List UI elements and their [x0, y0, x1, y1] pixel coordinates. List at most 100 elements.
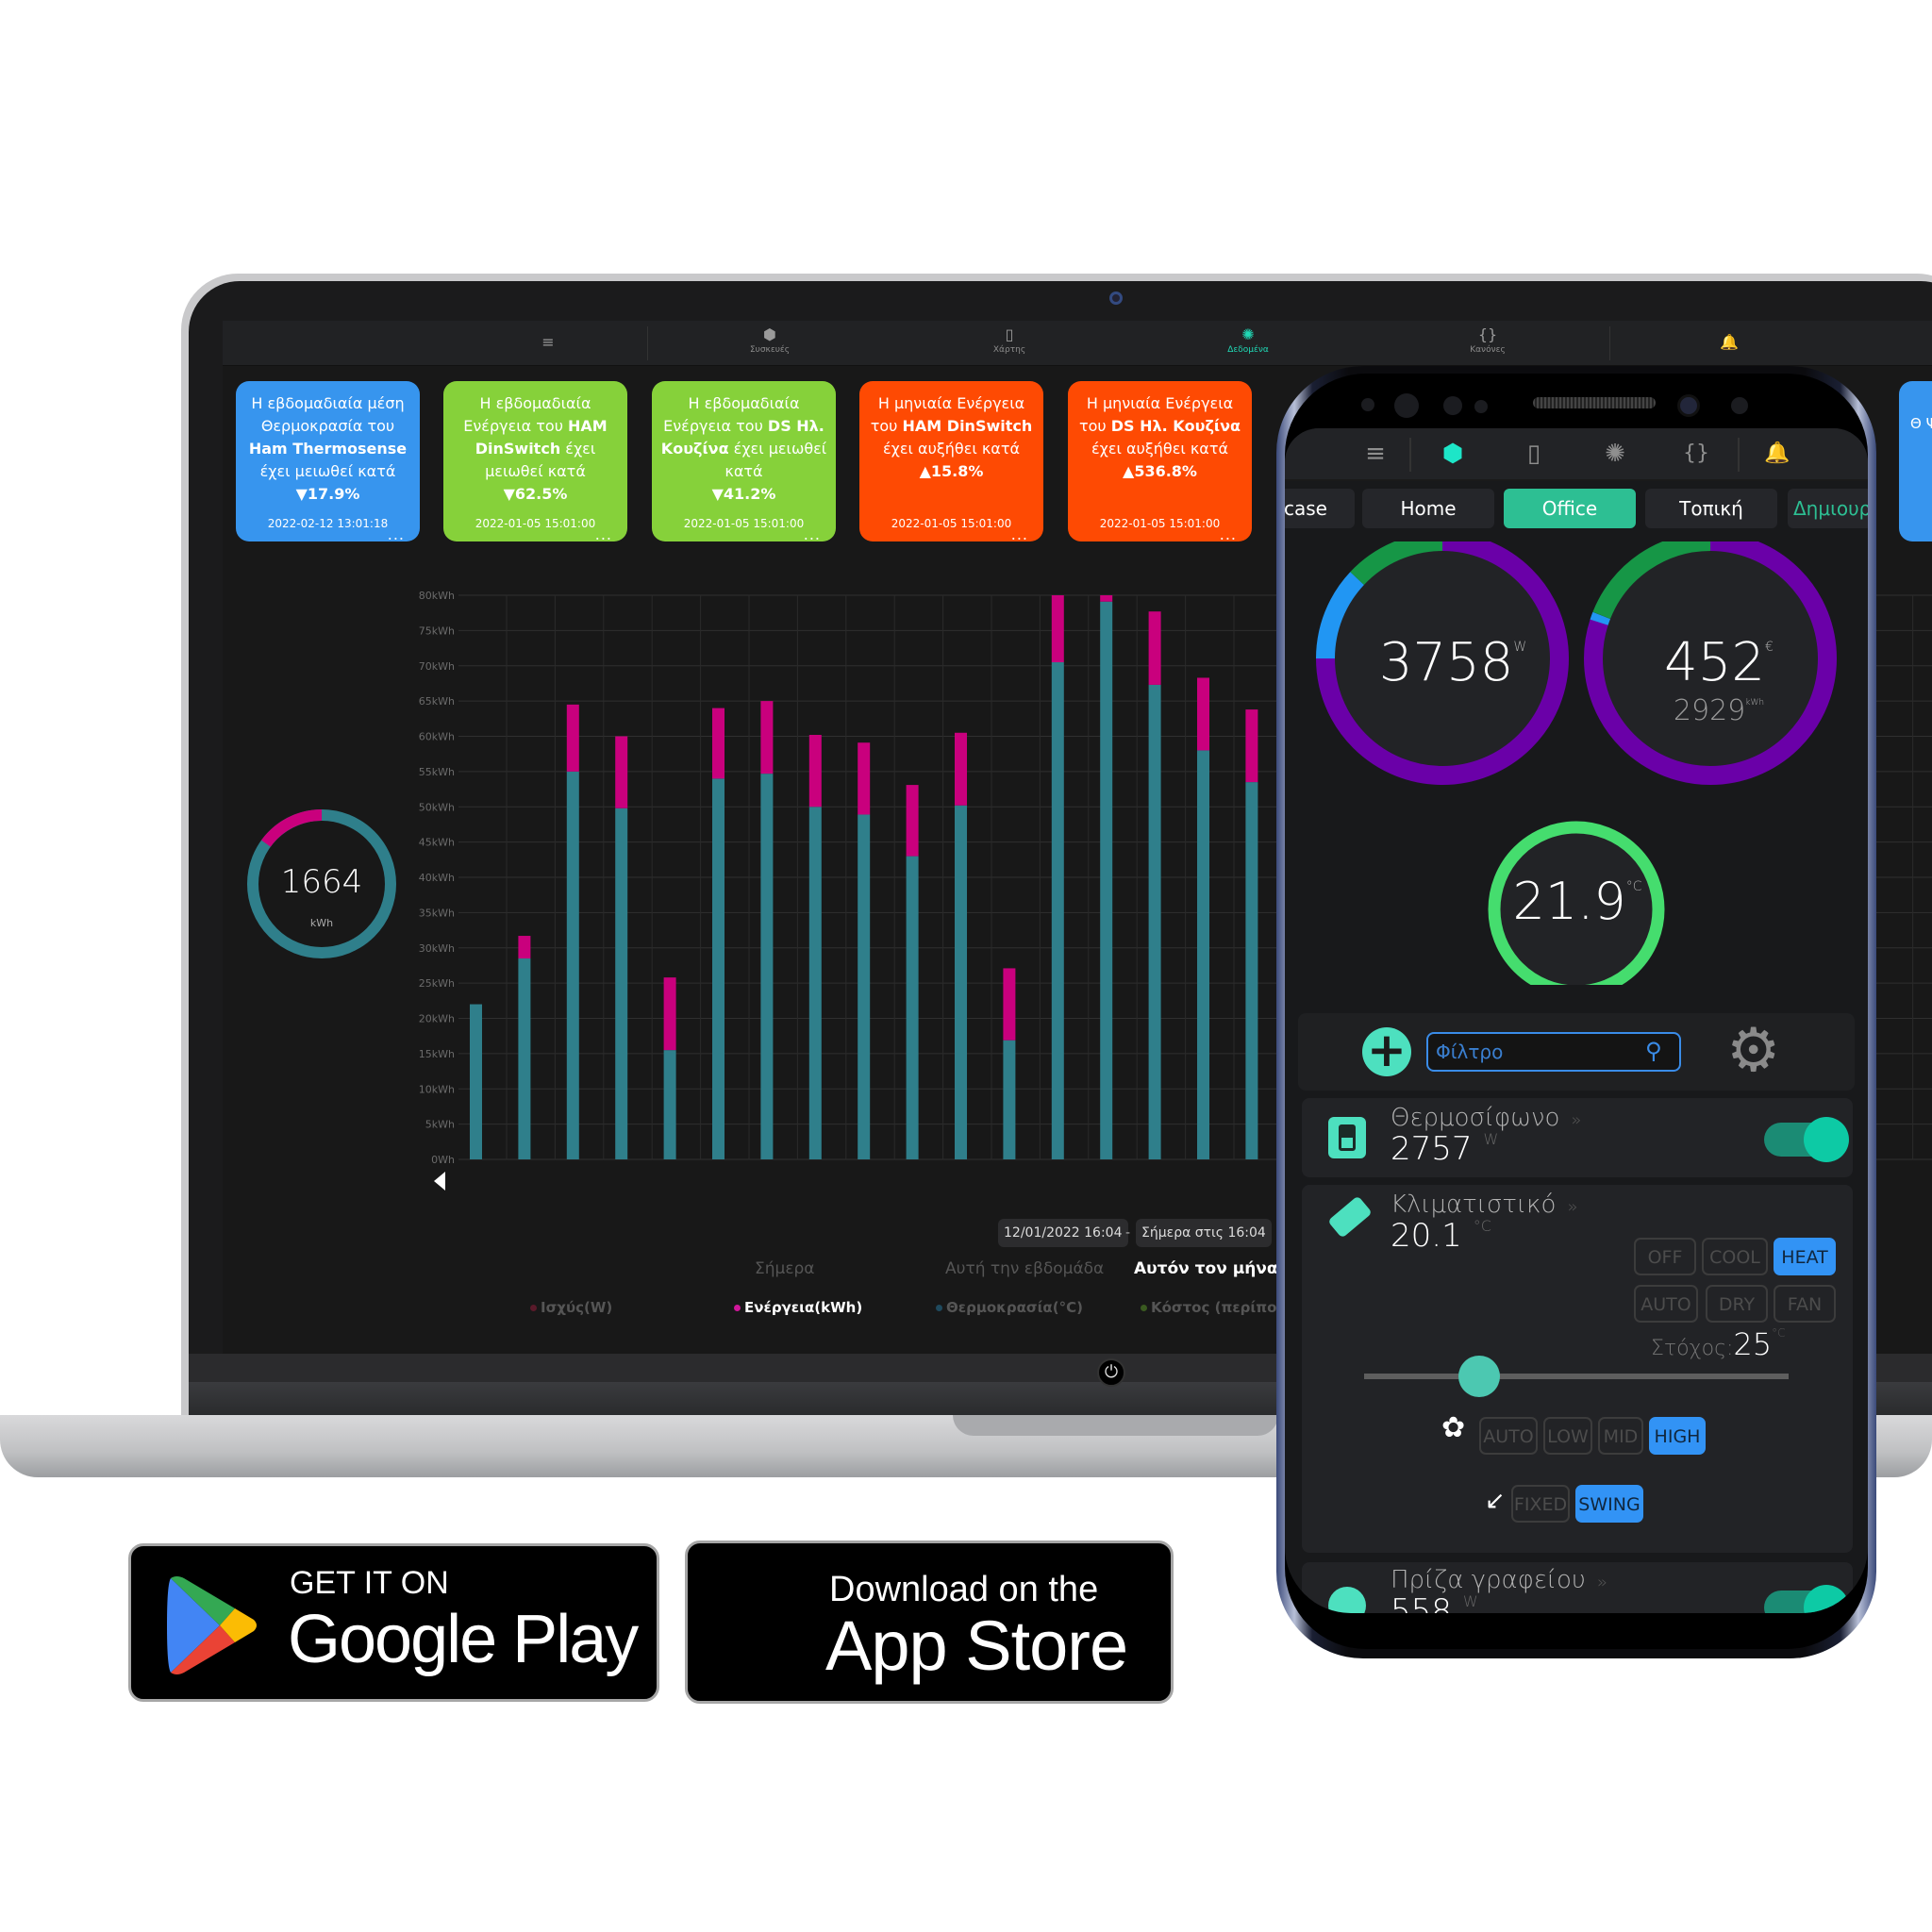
device-name: Θερμοσίφωνο »: [1391, 1104, 1581, 1132]
mode-dry-button[interactable]: DRY: [1706, 1285, 1768, 1323]
power-icon: ⏻: [1097, 1358, 1125, 1387]
fan-mid-button[interactable]: MID: [1598, 1417, 1643, 1455]
cost-value: 452: [1664, 632, 1765, 693]
bar-base: [955, 805, 967, 1159]
switch-icon: [1328, 1117, 1366, 1158]
phone-sensor: [1394, 393, 1419, 418]
settings-gear-icon[interactable]: ⚙: [1726, 1021, 1780, 1081]
bar-base: [615, 808, 628, 1159]
phone-sensor: [1474, 400, 1488, 413]
period-month[interactable]: Αυτόν τον μήνα: [1134, 1259, 1278, 1278]
summary-unit: kWh: [309, 917, 334, 929]
bar-peak: [906, 785, 919, 857]
chart-prev-arrow-icon[interactable]: [434, 1172, 445, 1191]
target-unit: °C: [1772, 1326, 1786, 1340]
bar-peak: [858, 742, 871, 815]
bar-base: [808, 807, 822, 1159]
device-card-water-heater[interactable]: Θερμοσίφωνο » 2757 W: [1302, 1098, 1853, 1177]
legend-energy[interactable]: Ενέργεια(kWh): [734, 1299, 862, 1316]
bar-peak: [1245, 709, 1258, 783]
swing-swing-button[interactable]: SWING: [1575, 1485, 1643, 1523]
target-label: Στόχος:: [1651, 1337, 1734, 1360]
add-device-button[interactable]: +: [1362, 1026, 1411, 1076]
fan-auto-button[interactable]: AUTO: [1479, 1417, 1538, 1455]
remote-icon: [1327, 1195, 1373, 1239]
legend-label: Κόστος (περίπου): [1151, 1299, 1293, 1316]
device-toggle[interactable]: [1764, 1117, 1849, 1162]
mode-cool-button[interactable]: COOL: [1702, 1238, 1768, 1275]
mode-fan-button[interactable]: FAN: [1774, 1285, 1836, 1323]
bar-base: [1100, 601, 1113, 1159]
bar-peak: [1051, 595, 1064, 663]
y-tick-label: 10kWh: [419, 1083, 455, 1095]
bell-icon[interactable]: 🔔: [1758, 440, 1796, 468]
device-name[interactable]: Κλιματιστικό »: [1391, 1191, 1577, 1219]
y-tick-label: 65kWh: [419, 695, 455, 708]
swing-fixed-button[interactable]: FIXED: [1511, 1485, 1570, 1523]
y-tick-label: 25kWh: [419, 977, 455, 990]
google-play-badge[interactable]: GET IT ON Google Play: [128, 1543, 659, 1702]
period-week[interactable]: Αυτή την εβδομάδα: [945, 1259, 1104, 1278]
target-value: 25: [1733, 1326, 1773, 1362]
chevron-right-icon: »: [1571, 1110, 1582, 1130]
mode-auto-button[interactable]: AUTO: [1634, 1285, 1698, 1323]
temp-value: 21.9: [1512, 872, 1626, 931]
target-slider-knob[interactable]: [1457, 1356, 1500, 1397]
device-name-text: Κλιματιστικό: [1391, 1191, 1557, 1219]
google-line2: Google Play: [288, 1602, 639, 1677]
tab-case[interactable]: case: [1285, 489, 1355, 528]
y-tick-label: 55kWh: [419, 766, 455, 778]
hamburger-icon[interactable]: ≡: [1357, 440, 1394, 468]
bar-peak: [1197, 677, 1209, 751]
app-store-badge[interactable]: Download on the App Store: [685, 1541, 1174, 1704]
mode-off-button[interactable]: OFF: [1634, 1238, 1696, 1275]
lightbulb-icon[interactable]: ✺: [1596, 440, 1634, 468]
bar-peak: [808, 735, 822, 808]
tab-home[interactable]: Home: [1362, 489, 1494, 528]
braces-icon[interactable]: {}: [1677, 440, 1715, 468]
device-value-text: 20.1: [1391, 1217, 1462, 1255]
range-to[interactable]: Σήμερα στις 16:04: [1136, 1219, 1272, 1247]
device-toggle[interactable]: [1764, 1585, 1849, 1613]
y-tick-label: 70kWh: [419, 660, 455, 673]
tab-office[interactable]: Office: [1504, 489, 1636, 528]
power-unit: W: [1513, 640, 1527, 655]
bar-peak: [712, 708, 724, 779]
mode-heat-button[interactable]: HEAT: [1774, 1238, 1836, 1275]
phone-speaker: [1533, 397, 1656, 408]
bar-base: [1003, 1040, 1016, 1159]
phone-screen: ≡ ⬢ ▯ ✺ {} 🔔 case Home Office Τοπική Δημ…: [1285, 428, 1868, 1613]
legend-temperature[interactable]: Θερμοκρασία(°C): [936, 1299, 1083, 1316]
power-gauge-value: 3758W: [1368, 632, 1538, 693]
cube-icon[interactable]: ⬢: [1434, 440, 1472, 468]
bar-base: [1051, 662, 1064, 1159]
fan-low-button[interactable]: LOW: [1543, 1417, 1592, 1455]
device-card-office-socket[interactable]: Πρίζα γραφείου » 558 W: [1302, 1562, 1853, 1613]
notification-card-partial[interactable]: Θ Ψ: [1899, 381, 1932, 541]
device-name-text: Πρίζα γραφείου: [1391, 1566, 1586, 1594]
filter-input[interactable]: [1426, 1032, 1681, 1072]
y-tick-label: 30kWh: [419, 942, 455, 955]
y-tick-label: 35kWh: [419, 907, 455, 919]
bar-base: [470, 1004, 482, 1159]
legend-label: Ενέργεια(kWh): [744, 1299, 863, 1316]
legend-power[interactable]: Ισχύς(W): [530, 1299, 612, 1316]
bar-base: [906, 856, 919, 1159]
bar-peak: [566, 704, 579, 772]
target-slider[interactable]: [1364, 1374, 1789, 1379]
map-icon[interactable]: ▯: [1515, 440, 1553, 468]
fan-high-button[interactable]: HIGH: [1649, 1417, 1706, 1455]
legend-cost[interactable]: Κόστος (περίπου): [1141, 1299, 1292, 1316]
range-from[interactable]: 12/01/2022 16:04: [998, 1219, 1128, 1247]
search-icon[interactable]: ⚲: [1645, 1038, 1662, 1064]
y-tick-label: 80kWh: [419, 590, 455, 602]
tab-create[interactable]: Δημιουργ: [1788, 489, 1868, 528]
bar-peak: [518, 936, 531, 958]
apple-line2: App Store: [825, 1607, 1128, 1685]
period-today[interactable]: Σήμερα: [755, 1259, 815, 1278]
bar-peak: [663, 977, 676, 1051]
toggle-knob: [1804, 1585, 1849, 1613]
legend-label: Ισχύς(W): [541, 1299, 613, 1316]
tab-local[interactable]: Τοπική: [1645, 489, 1777, 528]
swing-arrow-icon: ↙: [1485, 1487, 1506, 1515]
